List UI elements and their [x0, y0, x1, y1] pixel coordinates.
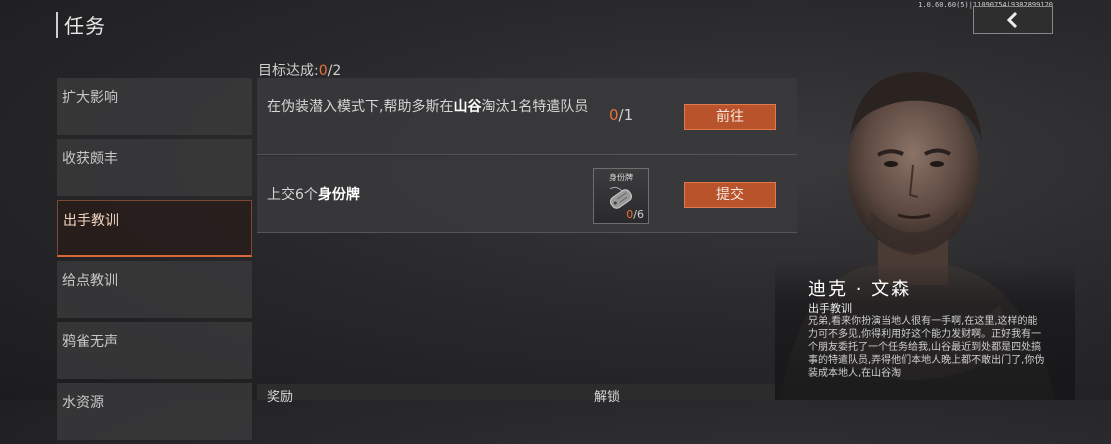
item-slot[interactable]: 身份牌 0/6 [593, 168, 649, 224]
sidebar-item-label: 水资源 [62, 395, 104, 411]
task-row: 上交6个身份牌 身份牌 0/6 提交 [257, 156, 797, 233]
sidebar-item-shouhuo-posfeng[interactable]: 收获颇丰 [57, 139, 252, 196]
npc-dialog-text: 兄弟,看来你扮演当地人很有一手啊,在这里,这样的能力可不多见,你得利用好这个能力… [808, 316, 1045, 379]
reward-label: 奖励 [267, 390, 294, 405]
task-progress: 0/1 [609, 106, 633, 124]
task-desc-text-end: 淘汰1名特遣队员 [481, 99, 589, 115]
task-desc-highlight: 山谷 [453, 99, 482, 115]
sidebar-item-yaque-wusheng[interactable]: 鸦雀无声 [57, 322, 252, 379]
sidebar-item-geidian-jiaoxun[interactable]: 给点教训 [57, 261, 252, 318]
task-desc-text: 在伪装潜入模式下,帮助多斯在 [267, 99, 454, 115]
task-progress-current: 0 [609, 106, 619, 124]
task-description: 在伪装潜入模式下,帮助多斯在山谷淘汰1名特遣队员 [267, 98, 597, 117]
page-title-text: 任务 [64, 14, 106, 38]
title-divider [56, 11, 58, 38]
item-count-total: /6 [633, 208, 644, 221]
item-count: 0/6 [626, 208, 644, 221]
mission-list: 扩大影响 收获颇丰 出手教训 给点教训 鸦雀无声 水资源 [57, 78, 252, 444]
sidebar-item-label: 扩大影响 [62, 90, 118, 106]
page-title: 任务 [56, 10, 106, 39]
task-desc-text: 上交6个 [267, 187, 318, 203]
npc-name: 迪克 · 文森 [808, 279, 912, 300]
sidebar-item-label: 给点教训 [62, 273, 118, 289]
goal-total: /2 [327, 63, 342, 79]
chevron-left-icon [1006, 11, 1018, 29]
goal-progress: 目标达成:0/2 [258, 60, 341, 80]
back-button[interactable] [973, 6, 1053, 34]
task-desc-highlight: 身份牌 [317, 187, 360, 203]
sidebar-item-kuoda-yingxiang[interactable]: 扩大影响 [57, 78, 252, 135]
sidebar-item-label: 鸦雀无声 [62, 334, 118, 350]
task-progress-total: /1 [618, 106, 634, 124]
reward-header: 奖励 解锁 [257, 384, 797, 405]
sidebar-item-label: 出手教训 [63, 213, 119, 229]
npc-role: 出手教训 [808, 302, 852, 315]
sidebar-item-label: 收获颇丰 [62, 151, 118, 167]
task-description: 上交6个身份牌 [267, 186, 360, 205]
sidebar-item-chushou-jiaoxun[interactable]: 出手教训 [57, 200, 252, 257]
goal-label: 目标达成: [258, 63, 319, 79]
item-name: 身份牌 [609, 173, 633, 182]
unlock-label: 解锁 [594, 390, 621, 405]
task-row: 在伪装潜入模式下,帮助多斯在山谷淘汰1名特遣队员 0/1 前往 [257, 78, 797, 155]
sidebar-item-shui-ziyuan[interactable]: 水资源 [57, 383, 252, 440]
goal-current: 0 [318, 63, 328, 79]
